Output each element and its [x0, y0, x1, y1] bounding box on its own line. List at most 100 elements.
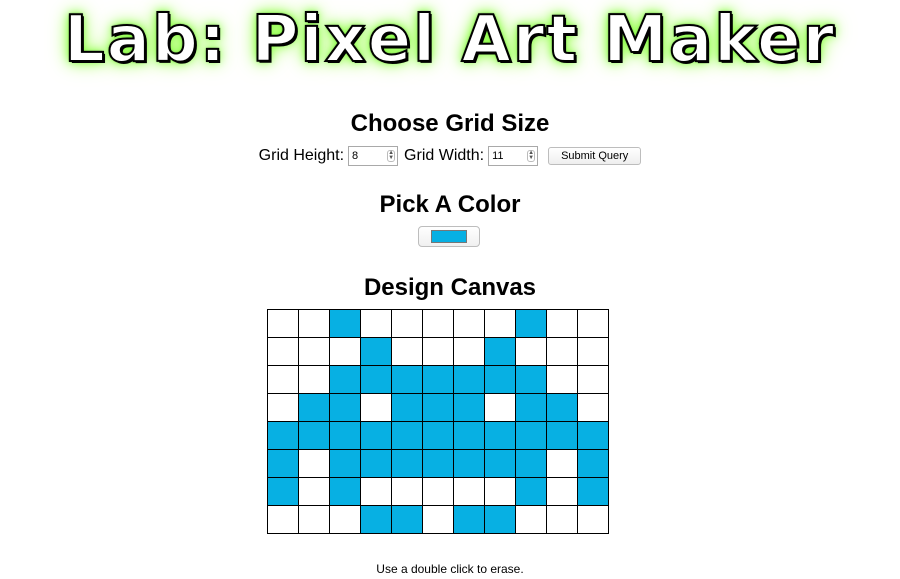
canvas-cell[interactable] — [391, 393, 423, 422]
canvas-cell[interactable] — [391, 421, 423, 450]
canvas-cell[interactable] — [298, 309, 330, 338]
canvas-cell[interactable] — [329, 421, 361, 450]
canvas-cell[interactable] — [298, 393, 330, 422]
canvas-cell[interactable] — [515, 505, 547, 534]
canvas-row — [267, 393, 609, 422]
canvas-cell[interactable] — [267, 393, 299, 422]
canvas-cell[interactable] — [267, 505, 299, 534]
canvas-cell[interactable] — [267, 337, 299, 366]
canvas-cell[interactable] — [422, 505, 454, 534]
canvas-cell[interactable] — [267, 365, 299, 394]
canvas-cell[interactable] — [329, 393, 361, 422]
submit-button[interactable]: Submit Query — [548, 147, 642, 165]
canvas-cell[interactable] — [515, 449, 547, 478]
canvas-cell[interactable] — [391, 309, 423, 338]
canvas-cell[interactable] — [484, 449, 516, 478]
canvas-cell[interactable] — [391, 477, 423, 506]
canvas-cell[interactable] — [329, 449, 361, 478]
canvas-cell[interactable] — [484, 421, 516, 450]
canvas-cell[interactable] — [360, 477, 392, 506]
canvas-cell[interactable] — [391, 337, 423, 366]
canvas-cell[interactable] — [422, 365, 454, 394]
canvas-cell[interactable] — [484, 393, 516, 422]
canvas-cell[interactable] — [453, 393, 485, 422]
canvas-cell[interactable] — [546, 449, 578, 478]
canvas-cell[interactable] — [546, 477, 578, 506]
canvas-cell[interactable] — [267, 449, 299, 478]
canvas-cell[interactable] — [360, 449, 392, 478]
grid-width-stepper[interactable]: ▲ ▼ — [527, 150, 536, 162]
canvas-cell[interactable] — [484, 337, 516, 366]
canvas-cell[interactable] — [360, 393, 392, 422]
canvas-cell[interactable] — [422, 393, 454, 422]
canvas-cell[interactable] — [422, 309, 454, 338]
canvas-cell[interactable] — [298, 337, 330, 366]
canvas-cell[interactable] — [267, 477, 299, 506]
canvas-cell[interactable] — [298, 505, 330, 534]
canvas-cell[interactable] — [577, 505, 609, 534]
canvas-cell[interactable] — [267, 421, 299, 450]
color-picker[interactable] — [418, 226, 480, 247]
grid-height-field[interactable]: ▲▼ — [348, 146, 399, 166]
design-canvas[interactable] — [267, 309, 609, 534]
canvas-cell[interactable] — [515, 393, 547, 422]
canvas-cell[interactable] — [484, 477, 516, 506]
canvas-cell[interactable] — [360, 505, 392, 534]
grid-height-input[interactable] — [349, 150, 389, 162]
canvas-cell[interactable] — [453, 421, 485, 450]
canvas-cell[interactable] — [298, 365, 330, 394]
canvas-cell[interactable] — [329, 337, 361, 366]
canvas-cell[interactable] — [546, 337, 578, 366]
canvas-cell[interactable] — [391, 365, 423, 394]
canvas-cell[interactable] — [298, 449, 330, 478]
canvas-cell[interactable] — [484, 309, 516, 338]
canvas-cell[interactable] — [422, 421, 454, 450]
canvas-cell[interactable] — [453, 337, 485, 366]
canvas-cell[interactable] — [329, 309, 361, 338]
canvas-cell[interactable] — [546, 309, 578, 338]
canvas-cell[interactable] — [453, 365, 485, 394]
canvas-cell[interactable] — [360, 337, 392, 366]
canvas-cell[interactable] — [515, 421, 547, 450]
grid-width-field[interactable]: ▲▼ — [488, 146, 539, 166]
canvas-cell[interactable] — [577, 309, 609, 338]
canvas-cell[interactable] — [577, 477, 609, 506]
canvas-cell[interactable] — [546, 365, 578, 394]
canvas-cell[interactable] — [298, 477, 330, 506]
canvas-cell[interactable] — [267, 309, 299, 338]
canvas-cell[interactable] — [453, 309, 485, 338]
canvas-cell[interactable] — [577, 337, 609, 366]
canvas-cell[interactable] — [515, 365, 547, 394]
canvas-cell[interactable] — [484, 365, 516, 394]
canvas-cell[interactable] — [329, 477, 361, 506]
canvas-cell[interactable] — [391, 505, 423, 534]
canvas-cell[interactable] — [360, 421, 392, 450]
canvas-cell[interactable] — [360, 365, 392, 394]
canvas-cell[interactable] — [422, 477, 454, 506]
canvas-cell[interactable] — [577, 449, 609, 478]
grid-height-stepper[interactable]: ▲ ▼ — [387, 150, 396, 162]
color-swatch[interactable] — [431, 230, 467, 243]
canvas-cell[interactable] — [453, 505, 485, 534]
canvas-cell[interactable] — [546, 421, 578, 450]
canvas-cell[interactable] — [577, 393, 609, 422]
canvas-cell[interactable] — [329, 505, 361, 534]
canvas-cell[interactable] — [577, 421, 609, 450]
canvas-cell[interactable] — [515, 309, 547, 338]
canvas-cell[interactable] — [298, 421, 330, 450]
canvas-cell[interactable] — [453, 477, 485, 506]
canvas-cell[interactable] — [484, 505, 516, 534]
canvas-cell[interactable] — [391, 449, 423, 478]
canvas-cell[interactable] — [422, 337, 454, 366]
canvas-cell[interactable] — [360, 309, 392, 338]
canvas-cell[interactable] — [422, 449, 454, 478]
grid-width-input[interactable] — [489, 150, 529, 162]
canvas-cell[interactable] — [453, 449, 485, 478]
canvas-cell[interactable] — [515, 477, 547, 506]
canvas-row — [267, 337, 609, 366]
canvas-cell[interactable] — [329, 365, 361, 394]
canvas-cell[interactable] — [546, 505, 578, 534]
canvas-cell[interactable] — [577, 365, 609, 394]
canvas-cell[interactable] — [515, 337, 547, 366]
canvas-cell[interactable] — [546, 393, 578, 422]
